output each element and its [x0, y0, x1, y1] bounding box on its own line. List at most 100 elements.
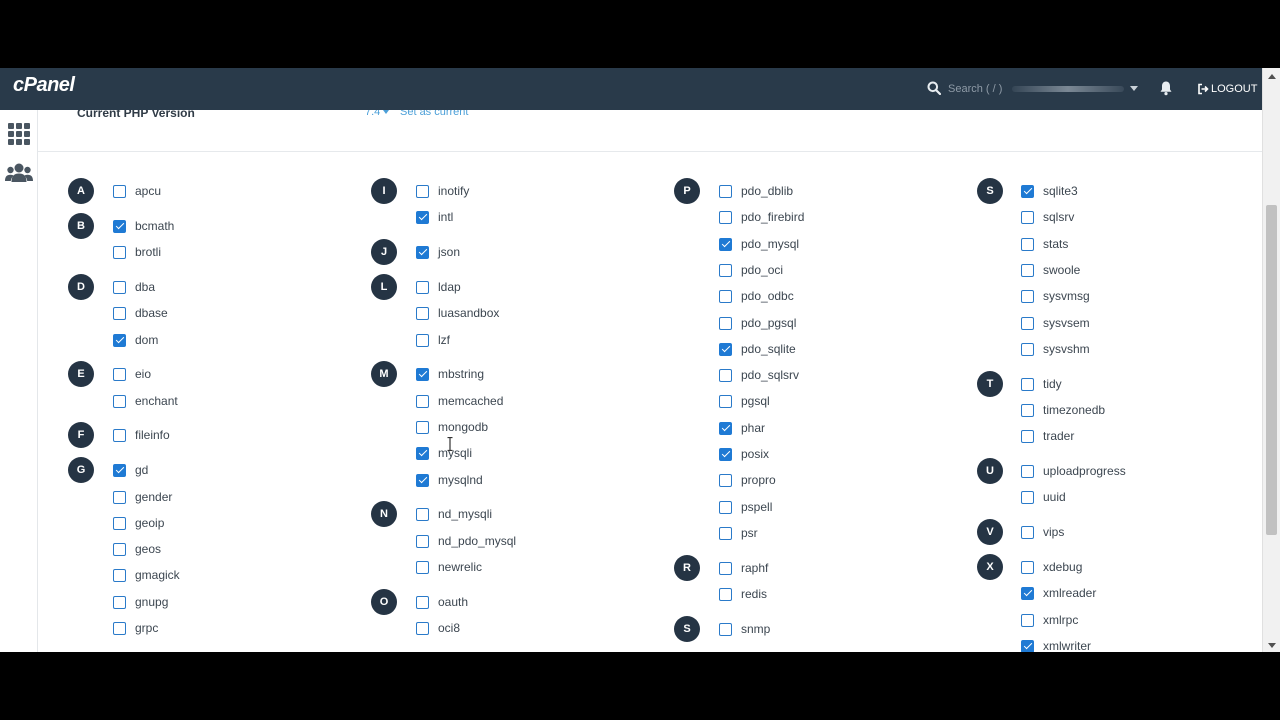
extension-checkbox[interactable] [1021, 237, 1034, 251]
scrollbar-thumb[interactable] [1266, 205, 1277, 535]
extension-checkbox[interactable] [416, 333, 429, 347]
extension-checkbox[interactable] [416, 280, 429, 294]
extension-timezonedb[interactable]: timezonedb [1021, 401, 1105, 419]
extension-nd_pdo_mysql[interactable]: nd_pdo_mysql [416, 532, 516, 550]
extension-checkbox[interactable] [113, 463, 126, 477]
extension-geoip[interactable]: geoip [113, 514, 164, 532]
extension-bcmath[interactable]: bcmath [113, 217, 174, 235]
extension-checkbox[interactable] [1021, 403, 1034, 417]
extension-pgsql[interactable]: pgsql [719, 392, 770, 410]
extension-checkbox[interactable] [1021, 210, 1034, 224]
grid-icon[interactable] [7, 122, 31, 146]
cpanel-logo[interactable]: cPanel [13, 74, 75, 97]
extension-intl[interactable]: intl [416, 208, 453, 226]
extension-mysqlnd[interactable]: mysqlnd [416, 471, 483, 489]
extension-dom[interactable]: dom [113, 331, 158, 349]
extension-xmlreader[interactable]: xmlreader [1021, 584, 1096, 602]
user-menu[interactable] [1012, 82, 1140, 96]
extension-checkbox[interactable] [1021, 560, 1034, 574]
extension-pdo_oci[interactable]: pdo_oci [719, 261, 783, 279]
extension-oci8[interactable]: oci8 [416, 619, 460, 637]
extension-checkbox[interactable] [719, 316, 732, 330]
extension-checkbox[interactable] [416, 534, 429, 548]
extension-checkbox[interactable] [1021, 429, 1034, 443]
extension-checkbox[interactable] [416, 621, 429, 635]
extension-checkbox[interactable] [113, 490, 126, 504]
extension-checkbox[interactable] [1021, 639, 1034, 652]
extension-sysvmsg[interactable]: sysvmsg [1021, 287, 1090, 305]
extension-dba[interactable]: dba [113, 278, 155, 296]
extension-sqlsrv[interactable]: sqlsrv [1021, 208, 1074, 226]
extension-checkbox[interactable] [416, 595, 429, 609]
extension-checkbox[interactable] [113, 542, 126, 556]
search-icon[interactable] [927, 81, 941, 95]
extension-inotify[interactable]: inotify [416, 182, 469, 200]
extension-gender[interactable]: gender [113, 488, 172, 506]
extension-snmp[interactable]: snmp [719, 620, 770, 638]
extension-checkbox[interactable] [1021, 184, 1034, 198]
extension-ldap[interactable]: ldap [416, 278, 461, 296]
extension-checkbox[interactable] [113, 306, 126, 320]
extension-checkbox[interactable] [719, 587, 732, 601]
extension-checkbox[interactable] [719, 447, 732, 461]
extension-grpc[interactable]: grpc [113, 619, 158, 637]
extension-pdo_sqlite[interactable]: pdo_sqlite [719, 340, 796, 358]
extension-raphf[interactable]: raphf [719, 559, 768, 577]
extension-pdo_firebird[interactable]: pdo_firebird [719, 208, 804, 226]
extension-checkbox[interactable] [1021, 342, 1034, 356]
extension-redis[interactable]: redis [719, 585, 767, 603]
bell-icon[interactable] [1159, 80, 1173, 96]
extension-trader[interactable]: trader [1021, 427, 1074, 445]
extension-sqlite3[interactable]: sqlite3 [1021, 182, 1078, 200]
extension-checkbox[interactable] [113, 394, 126, 408]
extension-checkbox[interactable] [113, 428, 126, 442]
extension-gnupg[interactable]: gnupg [113, 593, 168, 611]
extension-stats[interactable]: stats [1021, 235, 1068, 253]
extension-mongodb[interactable]: mongodb [416, 418, 488, 436]
extension-checkbox[interactable] [113, 568, 126, 582]
extension-checkbox[interactable] [416, 420, 429, 434]
extension-checkbox[interactable] [113, 219, 126, 233]
extension-psr[interactable]: psr [719, 524, 758, 542]
extension-checkbox[interactable] [719, 210, 732, 224]
extension-propro[interactable]: propro [719, 471, 776, 489]
extension-checkbox[interactable] [719, 394, 732, 408]
extension-checkbox[interactable] [1021, 464, 1034, 478]
extension-lzf[interactable]: lzf [416, 331, 450, 349]
extension-enchant[interactable]: enchant [113, 392, 178, 410]
extension-checkbox[interactable] [719, 263, 732, 277]
extension-xmlrpc[interactable]: xmlrpc [1021, 611, 1078, 629]
extension-checkbox[interactable] [719, 622, 732, 636]
extension-sysvsem[interactable]: sysvsem [1021, 314, 1090, 332]
extension-pdo_sqlsrv[interactable]: pdo_sqlsrv [719, 366, 799, 384]
extension-gd[interactable]: gd [113, 461, 148, 479]
extension-checkbox[interactable] [719, 500, 732, 514]
extension-checkbox[interactable] [719, 368, 732, 382]
logout-button[interactable]: LOGOUT [1197, 80, 1257, 98]
extension-memcached[interactable]: memcached [416, 392, 503, 410]
extension-checkbox[interactable] [113, 280, 126, 294]
extension-checkbox[interactable] [1021, 490, 1034, 504]
extension-checkbox[interactable] [1021, 316, 1034, 330]
extension-newrelic[interactable]: newrelic [416, 558, 482, 576]
extension-checkbox[interactable] [719, 342, 732, 356]
extension-checkbox[interactable] [416, 245, 429, 259]
extension-uuid[interactable]: uuid [1021, 488, 1066, 506]
extension-pdo_dblib[interactable]: pdo_dblib [719, 182, 793, 200]
extension-sysvshm[interactable]: sysvshm [1021, 340, 1090, 358]
extension-fileinfo[interactable]: fileinfo [113, 426, 170, 444]
extension-swoole[interactable]: swoole [1021, 261, 1080, 279]
extension-checkbox[interactable] [113, 245, 126, 259]
extension-vips[interactable]: vips [1021, 523, 1064, 541]
extension-brotli[interactable]: brotli [113, 243, 161, 261]
extension-mbstring[interactable]: mbstring [416, 365, 484, 383]
users-icon[interactable] [5, 162, 33, 184]
extension-checkbox[interactable] [719, 237, 732, 251]
scroll-up-arrow-icon[interactable] [1268, 74, 1276, 79]
extension-phar[interactable]: phar [719, 419, 765, 437]
extension-checkbox[interactable] [719, 184, 732, 198]
scroll-down-arrow-icon[interactable] [1268, 643, 1276, 648]
extension-gmagick[interactable]: gmagick [113, 566, 180, 584]
extension-checkbox[interactable] [1021, 263, 1034, 277]
extension-checkbox[interactable] [113, 333, 126, 347]
